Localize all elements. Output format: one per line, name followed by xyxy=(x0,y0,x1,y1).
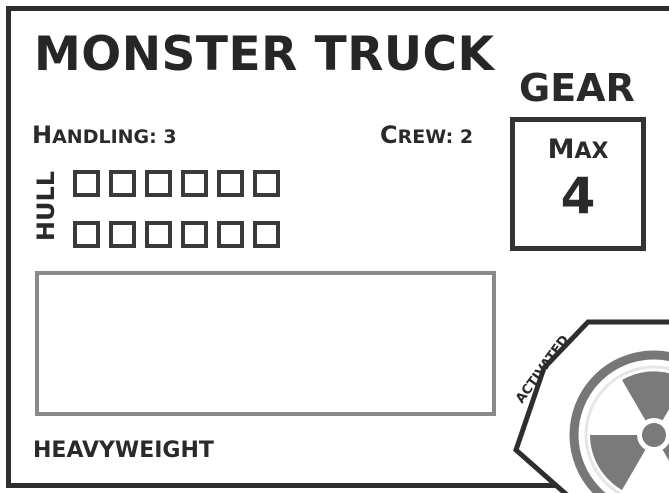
crew-stat: CREW: 2 xyxy=(380,122,473,150)
crew-label: REW: 2 xyxy=(397,126,474,148)
hull-checkbox[interactable] xyxy=(217,221,244,248)
activated-badge[interactable]: ACTIVATED xyxy=(496,300,669,493)
hull-checkbox[interactable] xyxy=(253,221,280,248)
notes-box[interactable] xyxy=(35,271,496,416)
hull-checkbox[interactable] xyxy=(217,170,244,197)
hull-checkbox[interactable] xyxy=(109,221,136,248)
hull-row-2 xyxy=(73,221,280,248)
handling-label: ANDLING: 3 xyxy=(52,126,177,148)
gear-title: GEAR xyxy=(519,66,635,110)
trait-label: HEAVYWEIGHT xyxy=(33,438,214,463)
hull-checkbox[interactable] xyxy=(181,221,208,248)
vehicle-card: MONSTER TRUCK HANDLING: 3 CREW: 2 HULL H… xyxy=(0,0,669,493)
hull-row-1 xyxy=(73,170,280,197)
gear-max-initial: M xyxy=(547,134,575,165)
gear-max-rest: AX xyxy=(574,139,609,164)
gear-box: MAX 4 xyxy=(510,117,646,251)
hull-checkbox[interactable] xyxy=(145,221,172,248)
gear-max-value: 4 xyxy=(560,167,596,225)
handling-initial: H xyxy=(32,121,53,149)
handling-stat: HANDLING: 3 xyxy=(32,122,177,150)
crew-initial: C xyxy=(380,121,398,149)
hull-checkbox[interactable] xyxy=(73,221,100,248)
hull-label: HULL xyxy=(32,170,60,242)
vehicle-title: MONSTER TRUCK xyxy=(34,27,495,82)
hull-checkbox[interactable] xyxy=(253,170,280,197)
gear-max-label: MAX xyxy=(515,136,641,166)
hull-checkbox[interactable] xyxy=(73,170,100,197)
hull-checkbox[interactable] xyxy=(181,170,208,197)
hull-checkbox[interactable] xyxy=(145,170,172,197)
hull-checkbox[interactable] xyxy=(109,170,136,197)
